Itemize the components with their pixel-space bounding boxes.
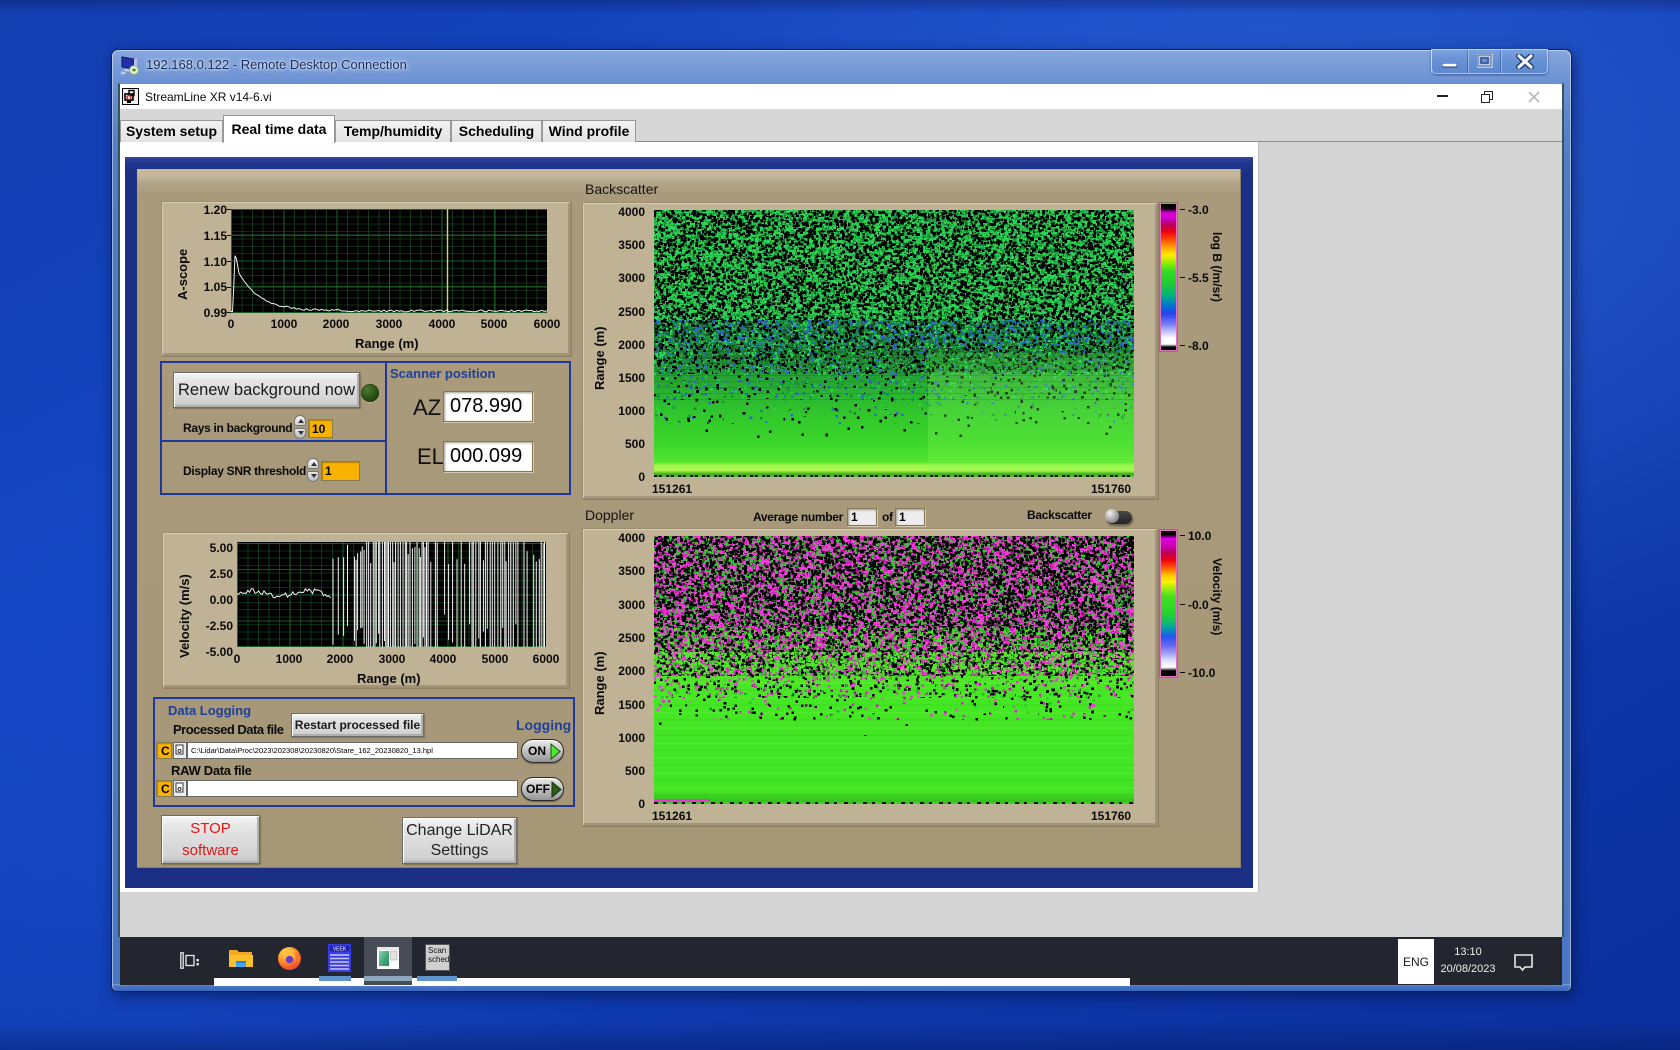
svg-text:sched: sched [428, 955, 449, 964]
svg-text:VEEK: VEEK [333, 947, 347, 953]
svg-text:Scan: Scan [428, 946, 446, 955]
